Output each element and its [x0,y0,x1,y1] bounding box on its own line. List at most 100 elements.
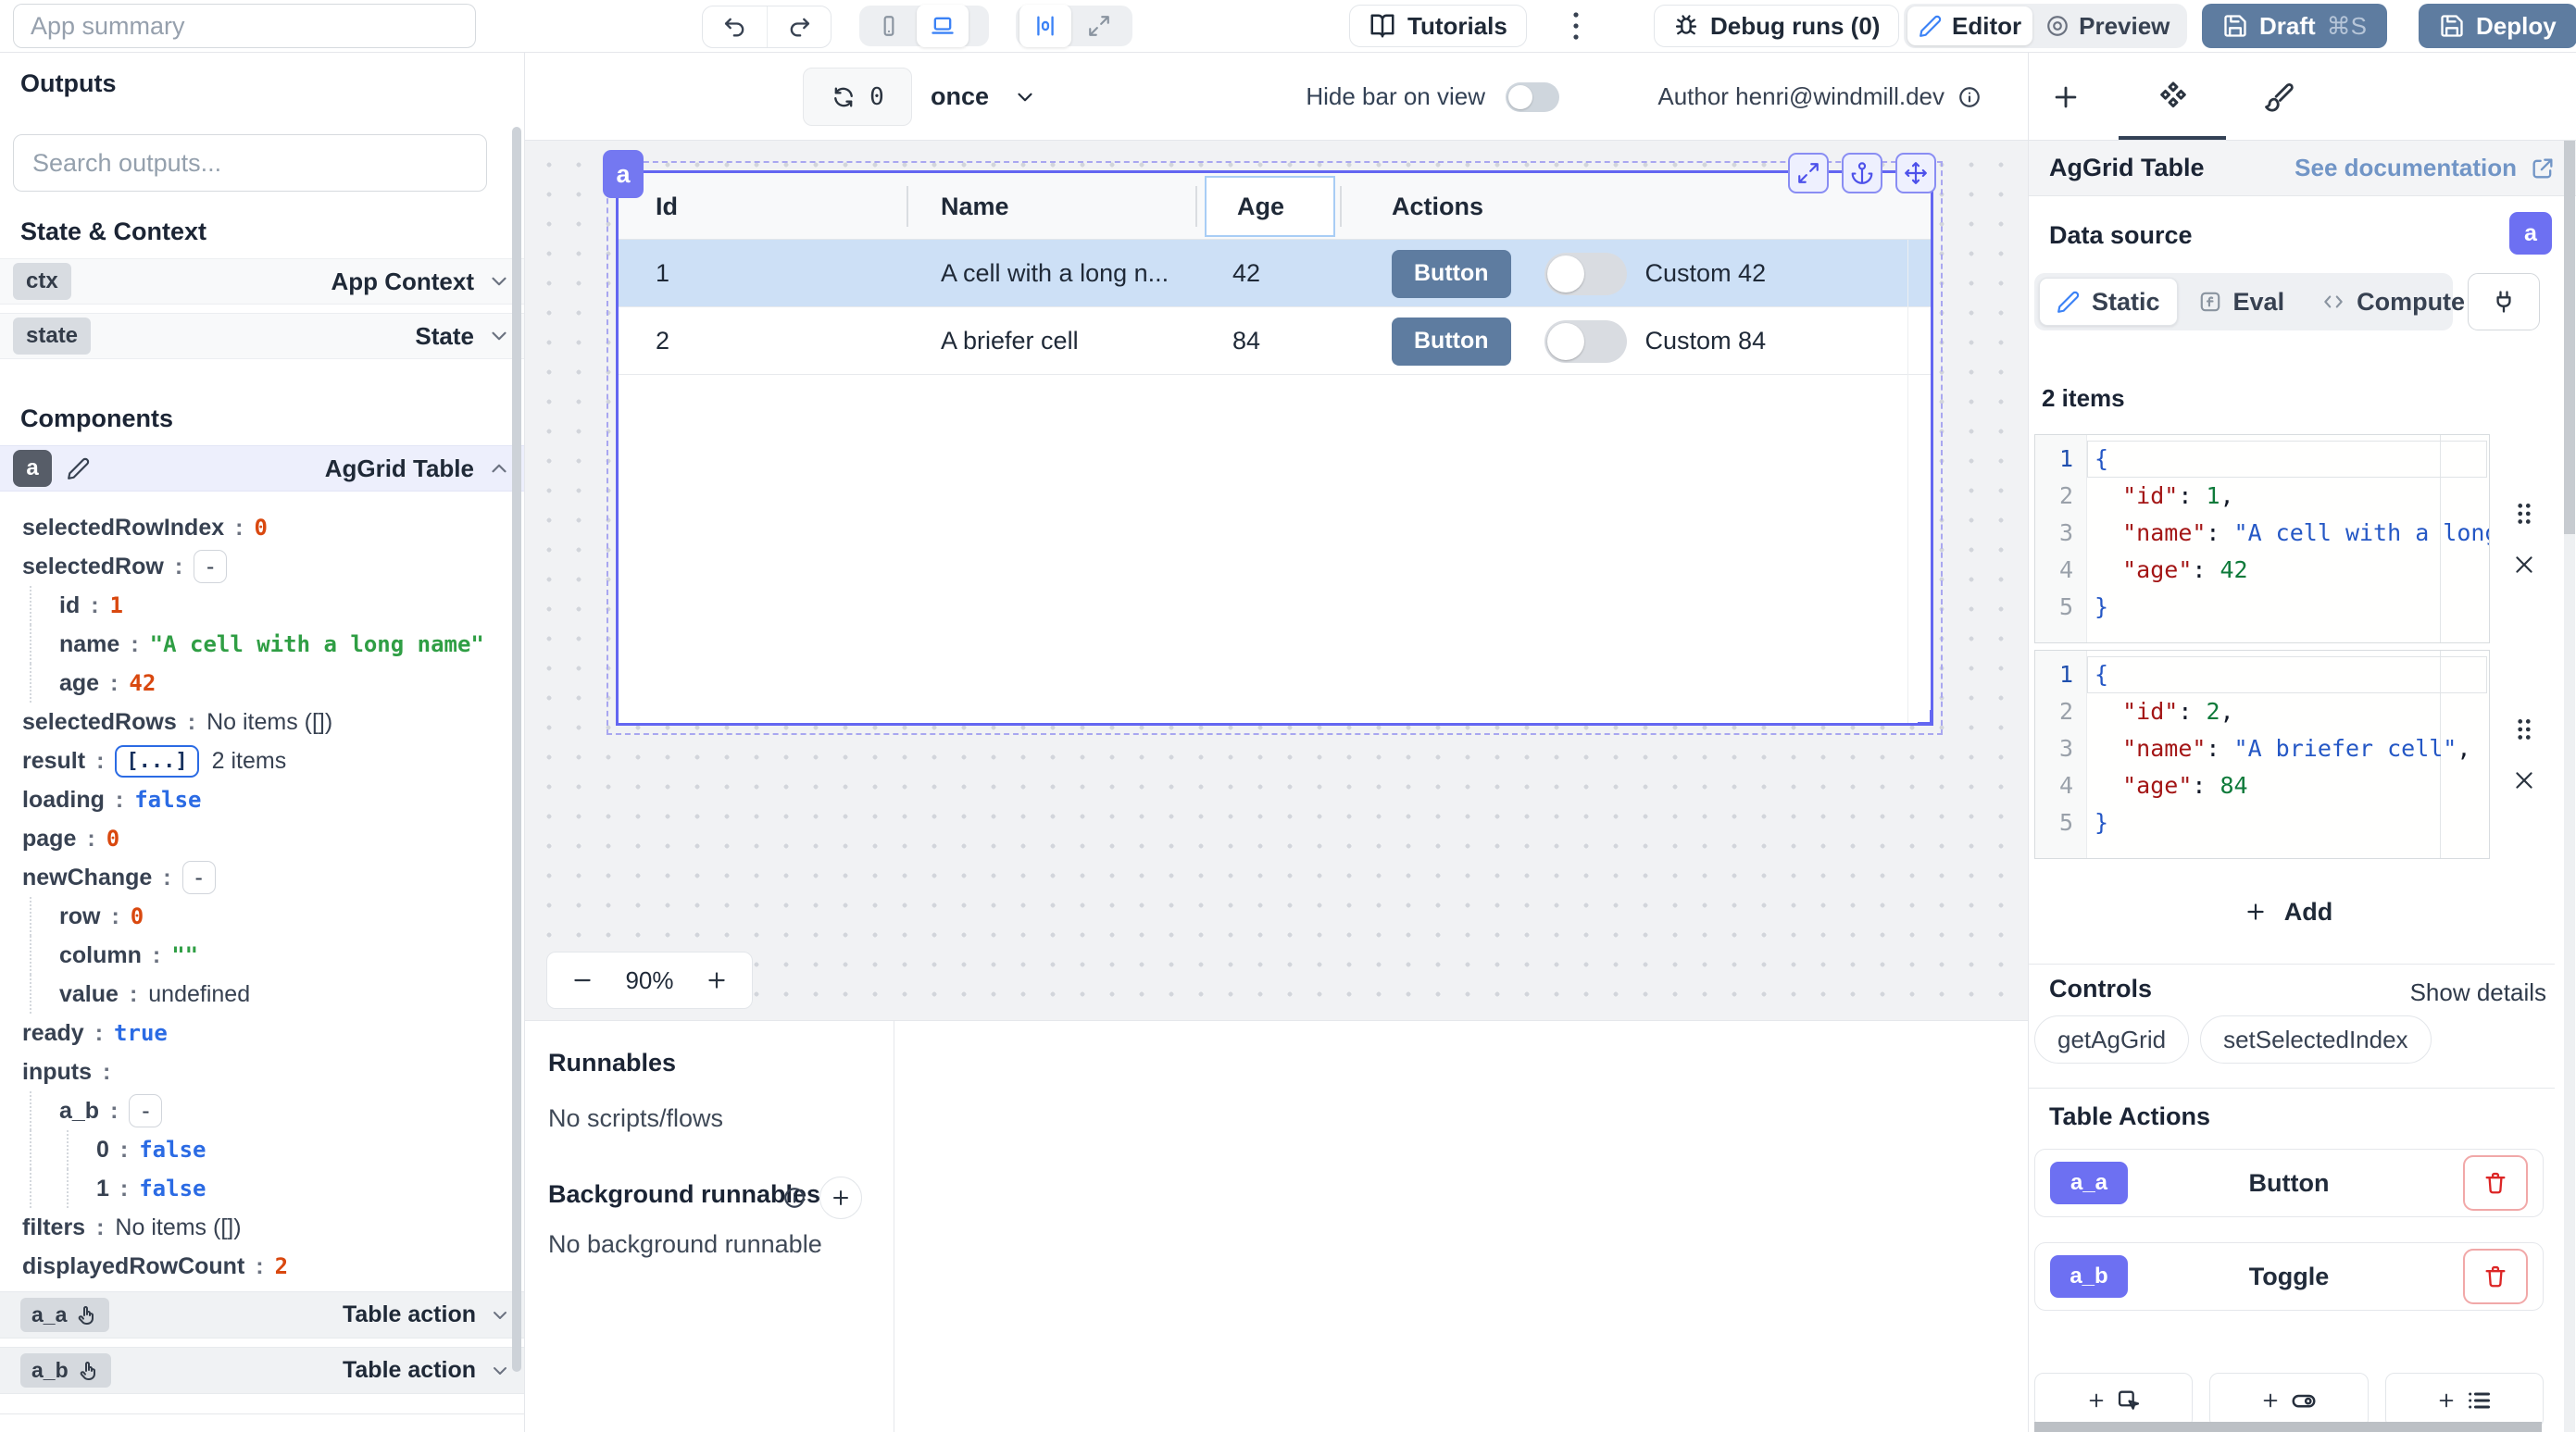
row-action-button[interactable]: Button [1392,250,1511,298]
output-kv-row[interactable]: 1 : false [0,1169,507,1208]
output-kv-row[interactable]: a_b : - [0,1091,507,1130]
delete-action-button[interactable] [2463,1249,2528,1304]
redo-button[interactable] [767,6,831,47]
table-action-card[interactable]: a_a Button [2034,1149,2544,1217]
undo-button[interactable] [703,6,767,47]
output-kv-row[interactable]: row : 0 [0,897,507,936]
refresh-runnables-button[interactable]: 0 [803,68,912,126]
see-documentation-link[interactable]: See documentation [2295,154,2556,182]
selected-column-header-box[interactable]: Age [1205,176,1335,237]
component-anchor-button[interactable] [1842,153,1882,193]
preview-mode-tab[interactable]: Preview [2034,8,2181,44]
drag-handle-icon[interactable] [2512,716,2536,744]
json-item-editor[interactable]: 12345 { "id": 2, "name": "A briefer cell… [2034,650,2490,859]
collapse-toggle-button[interactable]: - [129,1094,162,1127]
horizontal-scrollbar[interactable] [2034,1422,2542,1432]
column-header-actions[interactable]: Actions [1392,173,1483,240]
zoom-out-button[interactable] [564,962,601,999]
control-button-setSelectedIndex[interactable]: setSelectedIndex [2200,1015,2431,1064]
expand-canvas-button[interactable] [1073,8,1125,44]
output-kv-row[interactable]: value : undefined [0,975,507,1014]
component-move-button[interactable] [1895,153,1936,193]
vertical-scrollbar-thumb[interactable] [2564,141,2575,534]
table-action-output-row[interactable]: a_b Table action [0,1347,524,1394]
eval-mode-tab[interactable]: Eval [2182,278,2302,326]
sidebar-scrollbar[interactable] [512,127,521,1372]
output-kv-row[interactable]: loading : false [0,780,507,819]
tutorials-button[interactable]: Tutorials [1349,5,1527,47]
chevron-down-icon[interactable] [489,1360,511,1382]
chevron-down-icon[interactable] [489,1304,511,1326]
row-action-toggle[interactable] [1544,253,1627,295]
column-separator[interactable] [907,186,908,227]
debug-runs-button[interactable]: Debug runs (0) [1654,5,1899,47]
column-separator[interactable] [1195,186,1197,227]
component-expand-button[interactable] [1788,153,1829,193]
search-outputs-input[interactable] [13,134,487,192]
app-canvas[interactable]: a Id Name Age [525,141,2028,1021]
collapse-toggle-button[interactable]: - [182,861,216,894]
chevron-up-icon[interactable] [487,456,511,480]
add-item-button[interactable]: Add [2029,884,2547,940]
aggrid-table-component[interactable]: a Id Name Age [616,170,1933,726]
column-header-id[interactable]: Id [656,173,678,240]
output-kv-row[interactable]: age : 42 [0,664,507,703]
output-kv-row[interactable]: selectedRowIndex : 0 [0,508,507,547]
output-kv-row[interactable]: id : 1 [0,586,507,625]
insert-component-tab[interactable] [2029,53,2103,141]
chevron-down-icon[interactable] [487,324,511,348]
row-action-toggle[interactable] [1544,320,1627,363]
show-details-link[interactable]: Show details [2410,978,2546,1007]
component-output-row[interactable]: a AgGrid Table [0,445,524,492]
component-settings-tab[interactable] [2136,53,2210,141]
app-summary-input[interactable] [13,4,476,48]
column-header-name[interactable]: Name [941,173,1009,240]
connect-data-source-button[interactable] [2468,273,2540,330]
output-kv-row[interactable]: ready : true [0,1014,507,1052]
result-expand-button[interactable]: [...] [115,745,198,778]
hide-bar-toggle[interactable] [1506,82,1559,112]
more-menu-button[interactable] [1557,7,1594,44]
table-row[interactable]: 2 A briefer cell 84 Button Custom 84 [619,307,1931,375]
add-button-action-button[interactable] [2034,1373,2193,1428]
add-background-runnable-button[interactable] [819,1177,862,1219]
column-separator[interactable] [1340,186,1342,227]
desktop-view-button[interactable] [917,5,969,47]
delete-action-button[interactable] [2463,1155,2528,1211]
output-kv-row[interactable]: inputs : [0,1052,507,1091]
table-action-card[interactable]: a_b Toggle [2034,1242,2544,1311]
editor-mode-tab[interactable]: Editor [1907,6,2032,45]
deploy-button[interactable]: Deploy [2419,4,2576,48]
output-kv-row[interactable]: newChange : - [0,858,507,897]
output-kv-row[interactable]: displayedRowCount : 2 [0,1247,507,1286]
chevron-down-icon[interactable] [487,269,511,293]
output-kv-row[interactable]: result : [...]2 items [0,741,507,780]
json-item-editor[interactable]: 12345 { "id": 1, "name": "A cell with a … [2034,434,2490,643]
output-kv-row[interactable]: name : "A cell with a long name" [0,625,507,664]
table-action-output-row[interactable]: a_a Table action [0,1291,524,1339]
editor-code[interactable]: { "id": 1, "name": "A cell with a long "… [2087,435,2489,642]
info-icon[interactable] [1957,85,1982,109]
delete-item-icon[interactable] [2512,553,2536,577]
table-row[interactable]: 1 A cell with a long n... 42 Button Cust… [619,240,1931,307]
output-kv-row[interactable]: column : "" [0,936,507,975]
zoom-in-button[interactable] [698,962,735,999]
draft-button[interactable]: Draft ⌘S [2202,4,2387,48]
style-tab[interactable] [2242,53,2316,141]
output-kv-row[interactable]: filters : No items ([]) [0,1208,507,1247]
edit-component-id-button[interactable] [67,456,91,480]
output-kv-row[interactable]: 0 : false [0,1130,507,1169]
center-align-button[interactable] [1019,5,1071,47]
collapse-toggle-button[interactable]: - [194,550,227,583]
output-kv-row[interactable]: selectedRow : - [0,547,507,586]
add-select-action-button[interactable] [2385,1373,2544,1428]
ctx-output-row[interactable]: ctx App Context [0,258,524,305]
component-resize-handle[interactable] [1918,710,1932,725]
row-action-button[interactable]: Button [1392,318,1511,366]
info-icon[interactable] [782,1186,807,1210]
state-output-row[interactable]: state State [0,313,524,359]
editor-code[interactable]: { "id": 2, "name": "A briefer cell", "ag… [2087,651,2489,858]
control-button-getAgGrid[interactable]: getAgGrid [2034,1015,2189,1064]
static-mode-tab[interactable]: Static [2039,278,2178,326]
mobile-view-button[interactable] [863,8,915,44]
